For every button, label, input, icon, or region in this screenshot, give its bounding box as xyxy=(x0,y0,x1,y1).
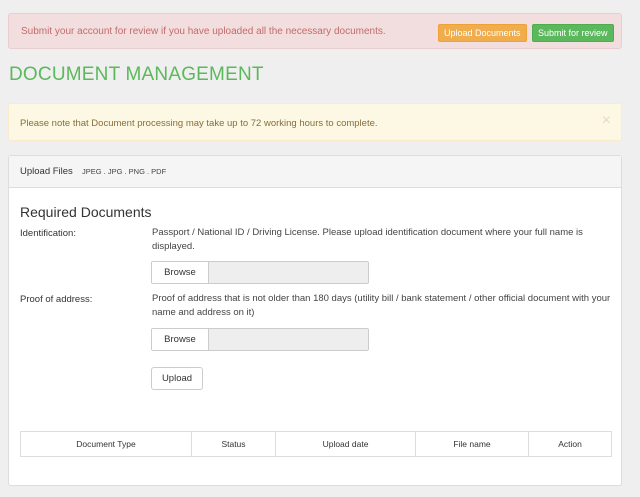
required-documents-title: Required Documents xyxy=(20,204,152,220)
identification-label: Identification: xyxy=(20,228,76,239)
processing-notice-message: Please note that Document processing may… xyxy=(20,118,378,129)
column-status: Status xyxy=(191,431,276,457)
review-alert: Submit your account for review if you ha… xyxy=(8,13,622,49)
proof-of-address-description: Proof of address that is not older than … xyxy=(152,293,611,318)
identification-browse-button[interactable]: Browse xyxy=(152,262,209,283)
close-icon[interactable]: × xyxy=(602,113,611,129)
upload-panel: Upload Files JPEG . JPG . PNG . PDF Requ… xyxy=(8,155,622,486)
page-title: DOCUMENT MANAGEMENT xyxy=(9,64,264,85)
processing-notice: Please note that Document processing may… xyxy=(8,103,622,141)
column-action: Action xyxy=(528,431,612,457)
upload-documents-button[interactable]: Upload Documents xyxy=(438,24,527,42)
proof-of-address-file-input[interactable]: Browse xyxy=(151,328,369,351)
column-upload-date: Upload date xyxy=(275,431,416,457)
documents-table: Document Type Status Upload date File na… xyxy=(20,431,612,457)
proof-of-address-label: Proof of address: xyxy=(20,294,93,305)
table-header-row: Document Type Status Upload date File na… xyxy=(20,431,612,457)
column-document-type: Document Type xyxy=(20,431,192,457)
panel-heading: Upload Files JPEG . JPG . PNG . PDF xyxy=(9,156,621,188)
identification-description: Passport / National ID / Driving License… xyxy=(152,227,583,252)
identification-file-input[interactable]: Browse xyxy=(151,261,369,284)
accepted-formats: JPEG . JPG . PNG . PDF xyxy=(82,167,167,176)
review-alert-message: Submit your account for review if you ha… xyxy=(21,26,386,37)
column-file-name: File name xyxy=(415,431,529,457)
submit-for-review-button[interactable]: Submit for review xyxy=(532,24,614,42)
panel-title: Upload Files xyxy=(20,166,73,177)
upload-button[interactable]: Upload xyxy=(151,367,203,390)
proof-of-address-browse-button[interactable]: Browse xyxy=(152,329,209,350)
